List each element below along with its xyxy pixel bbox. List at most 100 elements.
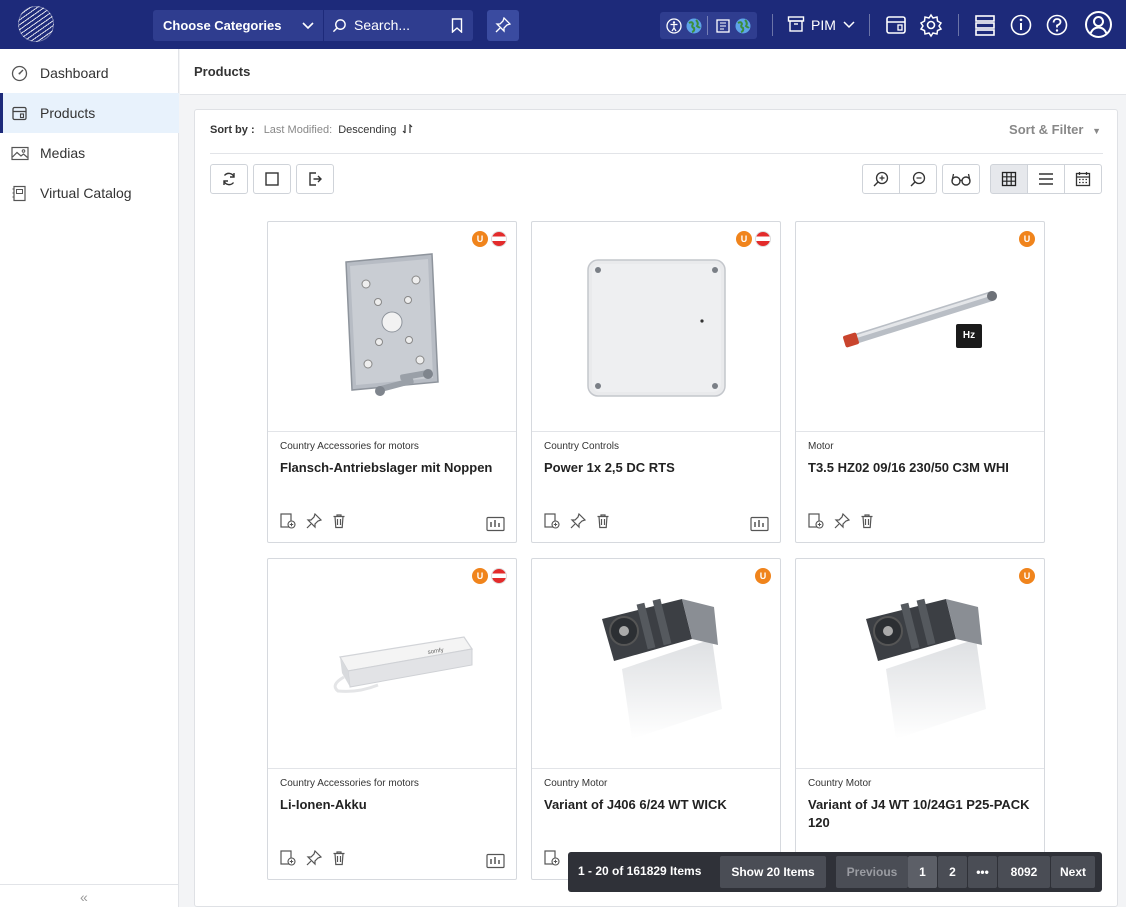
- language-selector[interactable]: [660, 12, 757, 39]
- product-title[interactable]: Li-Ionen-Akku: [280, 796, 508, 814]
- chevron-down-icon: [302, 22, 314, 30]
- select-all-button[interactable]: [253, 164, 291, 194]
- status-badge: U: [472, 568, 488, 584]
- caret-down-icon: ▼: [1092, 126, 1101, 136]
- checkbox-icon: [265, 172, 279, 186]
- product-category: Country Motor: [808, 778, 872, 789]
- page-button-last[interactable]: 8092: [998, 856, 1050, 888]
- add-to-catalog-icon[interactable]: [280, 513, 296, 529]
- search-placeholder: Search...: [354, 17, 411, 33]
- product-image[interactable]: somfy: [268, 559, 516, 769]
- metal-flange-plate-image: [345, 253, 439, 396]
- product-card[interactable]: U Country Motor Variant of J406 6/24 WT …: [531, 558, 781, 880]
- product-box-icon[interactable]: [883, 12, 909, 38]
- zoom-out-button[interactable]: [899, 164, 937, 194]
- compare-icon[interactable]: [750, 516, 770, 532]
- card-badges: U: [472, 568, 507, 584]
- pin-icon[interactable]: [834, 512, 850, 529]
- calendar-icon: [1075, 172, 1091, 187]
- add-to-catalog-icon[interactable]: [280, 850, 296, 866]
- dashboard-icon: [11, 65, 28, 82]
- trash-icon[interactable]: [331, 513, 347, 529]
- divider: [210, 153, 1103, 154]
- product-title[interactable]: Flansch-Antriebslager mit Noppen: [280, 459, 508, 477]
- tubular-motor-image: Hz: [843, 291, 997, 348]
- austria-flag-icon: [755, 231, 771, 247]
- sidebar-item-products[interactable]: Products: [0, 93, 179, 133]
- pin-icon[interactable]: [570, 512, 586, 529]
- collapse-sidebar-button[interactable]: «: [80, 889, 88, 905]
- user-avatar-icon[interactable]: [1084, 10, 1113, 39]
- trash-icon[interactable]: [859, 513, 875, 529]
- compare-icon[interactable]: [486, 516, 506, 532]
- page-size-button[interactable]: Show 20 Items: [720, 856, 826, 888]
- product-image[interactable]: [532, 559, 780, 769]
- zoom-in-button[interactable]: [862, 164, 900, 194]
- product-image[interactable]: [796, 559, 1044, 769]
- refresh-icon: [223, 172, 235, 186]
- app-logo[interactable]: [18, 6, 54, 42]
- product-category: Country Motor: [544, 778, 608, 789]
- product-card[interactable]: U Country Accessories for motors Flansch…: [267, 221, 517, 543]
- server-icon[interactable]: [972, 12, 998, 38]
- grid-view-button[interactable]: [990, 164, 1028, 194]
- previous-page-button[interactable]: Previous: [836, 856, 908, 888]
- preview-button[interactable]: [942, 164, 980, 194]
- page-button-2[interactable]: 2: [938, 856, 967, 888]
- add-to-catalog-icon[interactable]: [808, 513, 824, 529]
- page-button-1[interactable]: 1: [908, 856, 937, 888]
- help-icon[interactable]: [1044, 12, 1070, 38]
- pin-icon: [495, 17, 511, 33]
- sort-filter-button[interactable]: Sort & Filter ▼: [1009, 122, 1101, 137]
- trash-icon[interactable]: [331, 850, 347, 866]
- sort-order-icon[interactable]: [402, 123, 414, 134]
- export-button[interactable]: [296, 164, 334, 194]
- trash-icon[interactable]: [595, 513, 611, 529]
- gear-icon[interactable]: [918, 12, 944, 38]
- product-title[interactable]: T3.5 HZ02 09/16 230/50 C3M WHI: [808, 459, 1036, 477]
- product-image[interactable]: [268, 222, 516, 432]
- category-select[interactable]: Choose Categories: [153, 10, 323, 41]
- glasses-icon: [951, 173, 971, 186]
- divider: [869, 14, 870, 36]
- product-title[interactable]: Power 1x 2,5 DC RTS: [544, 459, 772, 477]
- list-view-button[interactable]: [1027, 164, 1065, 194]
- refresh-button[interactable]: [210, 164, 248, 194]
- sidebar-item-medias[interactable]: Medias: [0, 133, 179, 173]
- card-badges: U: [755, 568, 771, 584]
- sidebar-item-dashboard[interactable]: Dashboard: [0, 53, 179, 93]
- product-card[interactable]: U Country Controls Power 1x 2,5 DC RTS: [531, 221, 781, 543]
- product-image[interactable]: [532, 222, 780, 432]
- pin-icon[interactable]: [306, 512, 322, 529]
- search-input[interactable]: Search...: [324, 10, 473, 41]
- product-card[interactable]: U Country Motor Variant of J4 WT 10/24G1…: [795, 558, 1045, 880]
- pin-icon[interactable]: [306, 849, 322, 866]
- export-icon: [309, 172, 322, 186]
- page-ellipsis[interactable]: •••: [968, 856, 997, 888]
- card-badges: U: [736, 231, 771, 247]
- status-badge: U: [1019, 231, 1035, 247]
- product-card[interactable]: somfy U Country Accessories for motors L…: [267, 558, 517, 880]
- add-to-catalog-icon[interactable]: [544, 850, 560, 866]
- add-to-catalog-icon[interactable]: [544, 513, 560, 529]
- zoom-out-icon: [910, 171, 926, 187]
- next-page-button[interactable]: Next: [1051, 856, 1095, 888]
- pim-menu[interactable]: PIM: [787, 12, 855, 38]
- product-title[interactable]: Variant of J406 6/24 WT WICK: [544, 796, 772, 814]
- sort-control[interactable]: Sort by : Last Modified: Descending: [210, 123, 414, 136]
- pim-label: PIM: [811, 17, 836, 33]
- sidebar-item-virtual-catalog[interactable]: Virtual Catalog: [0, 173, 179, 213]
- austria-flag-icon: [491, 568, 507, 584]
- product-card[interactable]: Hz U Motor T3.5 HZ02 09/16 230/50 C3M WH…: [795, 221, 1045, 543]
- bookmark-icon[interactable]: [451, 18, 463, 33]
- compare-icon[interactable]: [486, 853, 506, 869]
- product-title[interactable]: Variant of J4 WT 10/24G1 P25-PACK 120: [808, 796, 1036, 832]
- sort-value[interactable]: Descending: [338, 124, 396, 136]
- product-category: Country Controls: [544, 441, 620, 452]
- product-image[interactable]: Hz: [796, 222, 1044, 432]
- sort-label: Sort by :: [210, 124, 255, 136]
- calendar-view-button[interactable]: [1064, 164, 1102, 194]
- info-icon[interactable]: [1008, 12, 1034, 38]
- archive-icon: [787, 16, 805, 32]
- pin-button[interactable]: [487, 10, 519, 41]
